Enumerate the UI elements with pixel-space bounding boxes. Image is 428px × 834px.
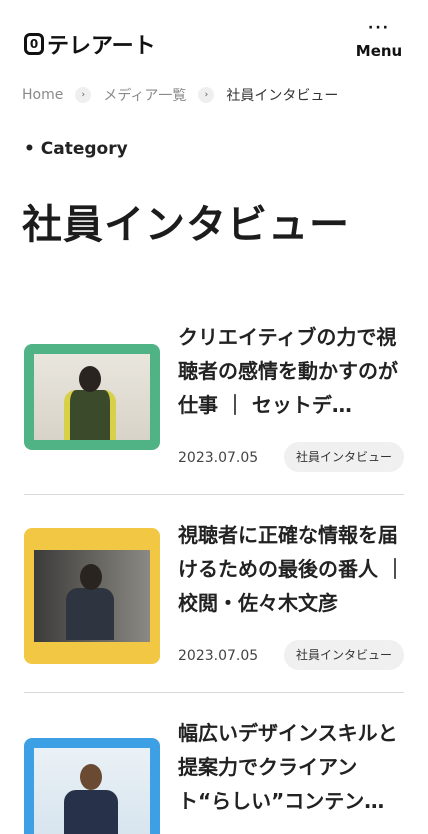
- article-photo: [34, 354, 150, 440]
- article-tag[interactable]: 社員インタビュー: [283, 442, 404, 472]
- article-thumbnail[interactable]: [24, 528, 160, 664]
- article-photo: [34, 550, 150, 642]
- breadcrumb-current: 社員インタビュー: [226, 88, 339, 104]
- category-label: • Category: [24, 139, 128, 159]
- article-date: 2023.07.05: [178, 648, 259, 664]
- page-title: 社員インタビュー: [22, 202, 350, 248]
- breadcrumb-media-link[interactable]: メディア一覧: [103, 85, 186, 105]
- breadcrumb-home-link[interactable]: Home: [22, 87, 63, 103]
- menu-label: Menu: [355, 42, 403, 60]
- article-card[interactable]: 幅広いデザインスキルと提案力でクライアント“らしい”コンテン…: [24, 716, 404, 834]
- menu-button[interactable]: ··· Menu: [354, 20, 404, 62]
- person-figure: [66, 588, 114, 640]
- article-thumbnail[interactable]: [24, 344, 160, 450]
- article-title[interactable]: 幅広いデザインスキルと提案力でクライアント“らしい”コンテン…: [178, 716, 406, 818]
- site-header: 0 テレアート ··· Menu: [0, 0, 428, 78]
- article-photo: [34, 748, 150, 834]
- person-head: [80, 564, 102, 590]
- person-figure: [64, 790, 118, 834]
- article-title[interactable]: クリエイティブの力で視聴者の感情を動かすのが仕事 ｜ セットデ…: [178, 320, 406, 422]
- divider: [24, 494, 404, 495]
- breadcrumb: Home › メディア一覧 › 社員インタビュー: [22, 85, 338, 105]
- article-card[interactable]: 視聴者に正確な情報を届けるための最後の番人 ｜ 校閲・佐々木文彦 2023.07…: [24, 518, 406, 694]
- person-head: [79, 366, 101, 392]
- article-date: 2023.07.05: [178, 450, 259, 466]
- article-thumbnail[interactable]: [24, 738, 160, 834]
- article-card[interactable]: クリエイティブの力で視聴者の感情を動かすのが仕事 ｜ セットデ… 2023.07…: [24, 320, 404, 496]
- divider: [24, 692, 404, 693]
- more-dots-icon: ···: [368, 20, 390, 36]
- article-tag[interactable]: 社員インタビュー: [283, 640, 404, 670]
- person-figure: [64, 390, 116, 440]
- logo-mark-icon: 0: [24, 33, 44, 55]
- person-head: [80, 764, 102, 790]
- article-title[interactable]: 視聴者に正確な情報を届けるための最後の番人 ｜ 校閲・佐々木文彦: [178, 518, 406, 620]
- chevron-right-icon: ›: [198, 87, 215, 103]
- site-logo[interactable]: 0 テレアート: [24, 28, 156, 60]
- logo-text: テレアート: [47, 34, 156, 59]
- chevron-right-icon: ›: [75, 87, 92, 103]
